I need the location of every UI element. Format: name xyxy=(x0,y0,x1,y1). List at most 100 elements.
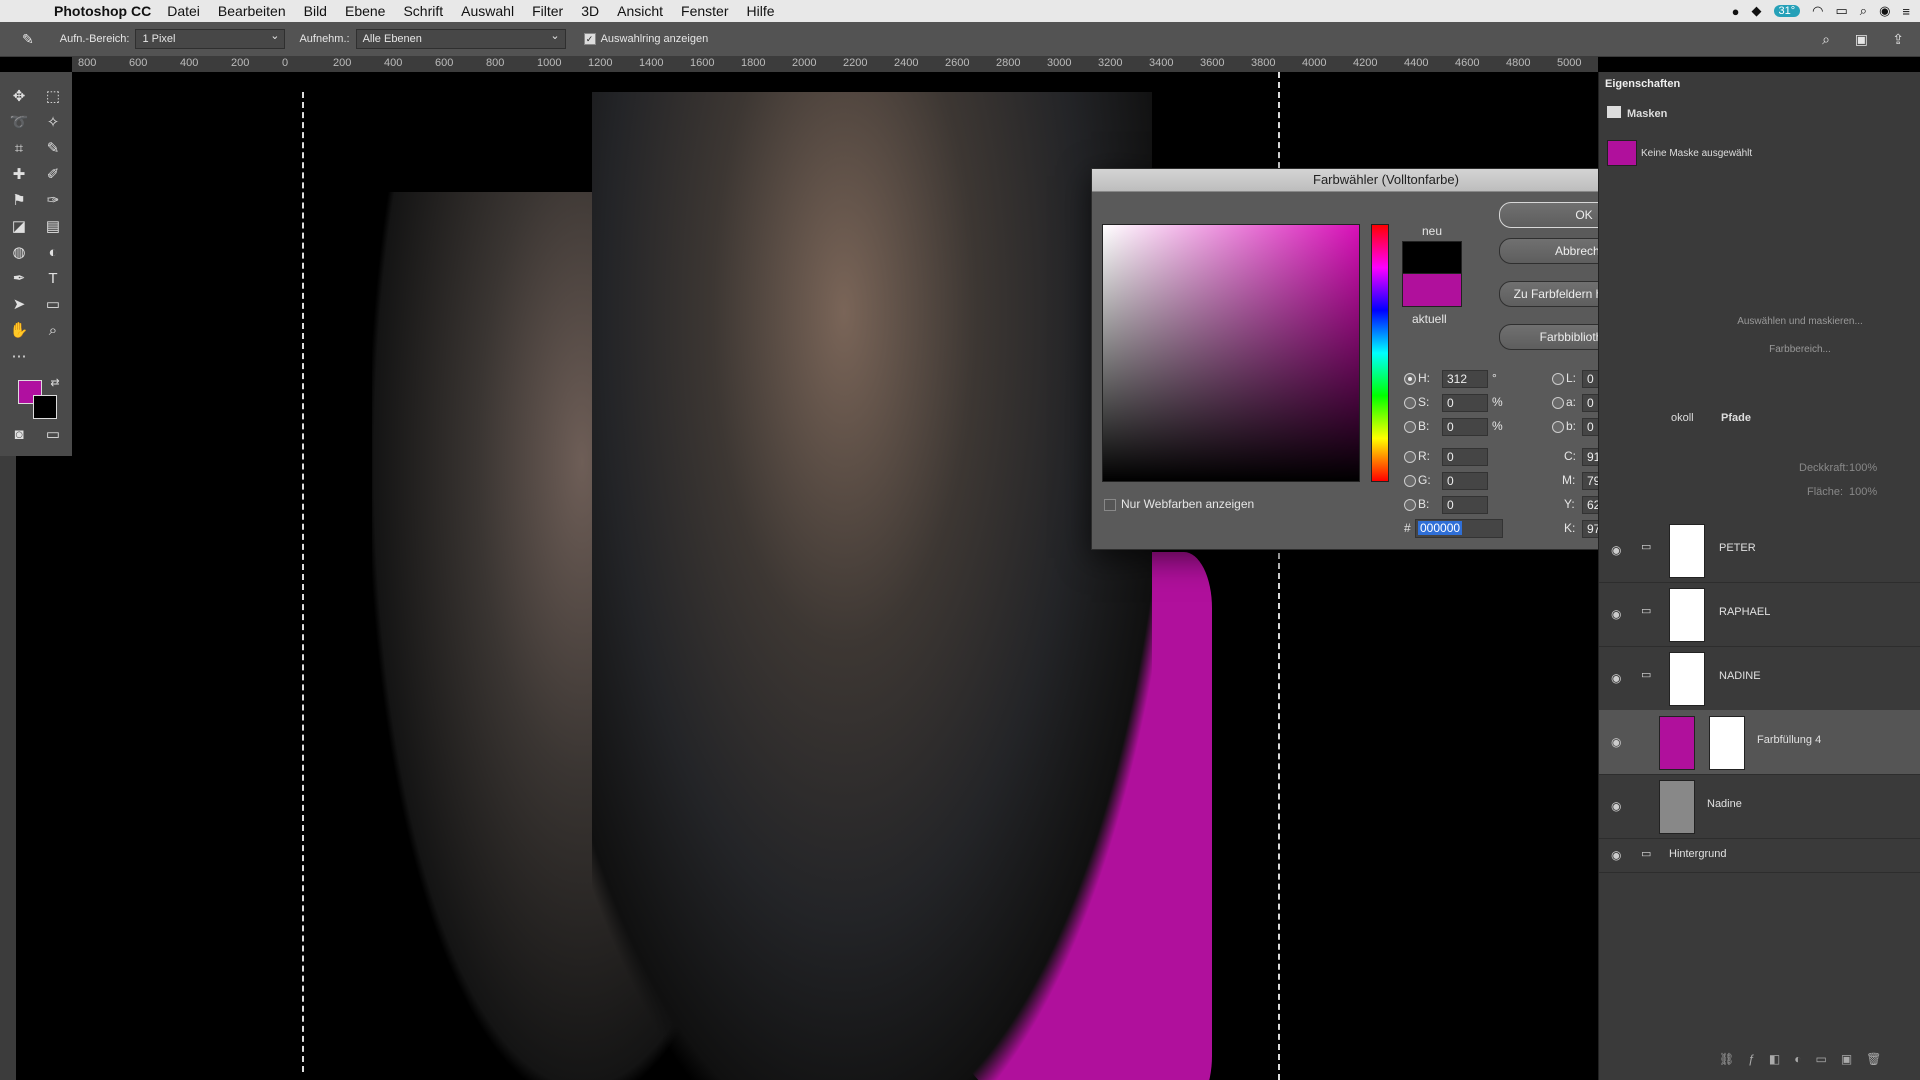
sample-select[interactable]: Alle Ebenen xyxy=(355,27,566,49)
tab-paths[interactable]: Pfade xyxy=(1721,412,1751,424)
lab-b-radio[interactable] xyxy=(1552,421,1564,433)
gradient-tool-icon[interactable]: ▤ xyxy=(42,216,64,238)
color-range-button[interactable]: Farbbereich... xyxy=(1695,344,1905,355)
quick-mask-icon[interactable]: ◙ xyxy=(8,424,30,446)
search-icon[interactable]: ⌕ xyxy=(1822,31,1830,48)
layer-row[interactable]: ◉ ▭ NADINE xyxy=(1599,646,1920,711)
color-field[interactable] xyxy=(1102,224,1360,482)
lasso-tool-icon[interactable]: ➰ xyxy=(8,112,30,134)
share-icon[interactable]: ⇪ xyxy=(1892,31,1904,48)
shape-tool-icon[interactable]: ▭ xyxy=(42,294,64,316)
screen-mode-icon[interactable]: ▭ xyxy=(42,424,64,446)
ruler-tick-label: 0 xyxy=(282,57,289,69)
temperature-badge[interactable]: 31° xyxy=(1773,5,1801,17)
pen-tool-icon[interactable]: ✒ xyxy=(8,268,30,290)
visibility-eye-icon[interactable]: ◉ xyxy=(1611,607,1621,621)
crop-tool-icon[interactable]: ⌗ xyxy=(8,138,30,160)
menu-ebene[interactable]: Ebene xyxy=(345,3,385,19)
record-icon[interactable]: ● xyxy=(1732,4,1740,19)
layer-row[interactable]: ◉ Nadine xyxy=(1599,774,1920,839)
app-name[interactable]: Photoshop CC xyxy=(54,3,151,19)
search-icon[interactable]: ⌕ xyxy=(1860,3,1867,19)
battery-icon[interactable]: ▭ xyxy=(1835,3,1847,19)
sample-size-select[interactable]: 1 Pixel xyxy=(135,27,286,49)
current-color-swatch[interactable] xyxy=(1402,273,1462,307)
stamp-tool-icon[interactable]: ⚑ xyxy=(8,190,30,212)
saturation-input[interactable]: 0 xyxy=(1442,394,1488,412)
cyan-label: C: xyxy=(1564,449,1576,463)
lab-a-radio[interactable] xyxy=(1552,397,1564,409)
zoom-tool-icon[interactable]: ⌕ xyxy=(42,320,64,342)
visibility-eye-icon[interactable]: ◉ xyxy=(1611,799,1621,813)
visibility-eye-icon[interactable]: ◉ xyxy=(1611,543,1621,557)
hue-radio[interactable] xyxy=(1404,373,1416,385)
menu-auswahl[interactable]: Auswahl xyxy=(461,3,514,19)
brightness-input[interactable]: 0 xyxy=(1442,418,1488,436)
type-tool-icon[interactable]: T xyxy=(42,268,64,290)
eraser-tool-icon[interactable]: ◪ xyxy=(8,216,30,238)
folder-open-icon: ▭ xyxy=(1641,669,1652,681)
menu-bearbeiten[interactable]: Bearbeiten xyxy=(218,3,286,19)
visibility-eye-icon[interactable]: ◉ xyxy=(1611,671,1621,685)
ruler-tick-label: 3600 xyxy=(1200,57,1225,69)
menu-3d[interactable]: 3D xyxy=(581,3,599,19)
red-radio[interactable] xyxy=(1404,451,1416,463)
history-brush-icon[interactable]: ✑ xyxy=(42,190,64,212)
visibility-eye-icon[interactable]: ◉ xyxy=(1611,735,1621,749)
quick-select-tool-icon[interactable]: ✧ xyxy=(42,112,64,134)
menu-filter[interactable]: Filter xyxy=(532,3,563,19)
notifications-icon[interactable]: ≡ xyxy=(1902,4,1910,19)
green-input[interactable]: 0 xyxy=(1442,472,1488,490)
fill-value[interactable]: 100% xyxy=(1849,486,1877,498)
saturation-radio[interactable] xyxy=(1404,397,1416,409)
move-tool-icon[interactable]: ✥ xyxy=(8,86,30,108)
dropbox-icon[interactable]: ◆ xyxy=(1752,3,1762,19)
menu-hilfe[interactable]: Hilfe xyxy=(747,3,775,19)
visibility-eye-icon[interactable]: ◉ xyxy=(1611,848,1621,862)
eyedropper-icon[interactable]: ✎ xyxy=(22,31,34,48)
background-color-swatch[interactable] xyxy=(33,395,57,419)
hue-slider[interactable] xyxy=(1371,224,1389,482)
menu-bild[interactable]: Bild xyxy=(304,3,327,19)
hex-input[interactable]: 000000 xyxy=(1415,519,1503,538)
eyedropper-tool-icon[interactable]: ✎ xyxy=(42,138,64,160)
blue-radio[interactable] xyxy=(1404,499,1416,511)
ruler-tick-label: 3400 xyxy=(1149,57,1174,69)
green-radio[interactable] xyxy=(1404,475,1416,487)
ring-label: Auswahlring anzeigen xyxy=(600,32,709,45)
menu-schrift[interactable]: Schrift xyxy=(403,3,443,19)
brush-tool-icon[interactable]: ✐ xyxy=(42,164,64,186)
hand-tool-icon[interactable]: ✋ xyxy=(8,320,30,342)
blue-input[interactable]: 0 xyxy=(1442,496,1488,514)
layer-name: Farbfüllung 4 xyxy=(1757,734,1822,746)
yellow-label: Y: xyxy=(1564,497,1575,511)
menu-fenster[interactable]: Fenster xyxy=(681,3,728,19)
healing-tool-icon[interactable]: ✚ xyxy=(8,164,30,186)
ring-checkbox[interactable]: ✓ Auswahlring anzeigen xyxy=(583,32,709,46)
ruler-tick-label: 800 xyxy=(78,57,97,69)
layer-row-selected[interactable]: ◉ Farbfüllung 4 xyxy=(1599,710,1920,775)
guide-line-left[interactable] xyxy=(302,92,304,1072)
select-and-mask-button[interactable]: Auswählen und maskieren... xyxy=(1695,316,1905,327)
brightness-radio[interactable] xyxy=(1404,421,1416,433)
siri-icon[interactable]: ◉ xyxy=(1879,3,1890,19)
layer-row[interactable]: ◉ ▭ Hintergrund xyxy=(1599,838,1920,873)
path-select-tool-icon[interactable]: ➤ xyxy=(8,294,30,316)
wifi-icon[interactable]: ◠ xyxy=(1812,3,1823,19)
menu-ansicht[interactable]: Ansicht xyxy=(617,3,663,19)
layer-row[interactable]: ◉ ▭ PETER xyxy=(1599,518,1920,583)
hue-input[interactable]: 312 xyxy=(1442,370,1488,388)
marquee-tool-icon[interactable]: ⬚ xyxy=(42,86,64,108)
web-colors-checkbox[interactable]: Nur Webfarben anzeigen xyxy=(1104,497,1254,511)
workspace-icon[interactable]: ▣ xyxy=(1855,31,1868,48)
more-tools-icon[interactable]: ⋯ xyxy=(8,346,30,368)
lab-l-radio[interactable] xyxy=(1552,373,1564,385)
menu-datei[interactable]: Datei xyxy=(167,3,200,19)
blur-tool-icon[interactable]: ◍ xyxy=(8,242,30,264)
swap-colors-icon[interactable]: ⇄ xyxy=(44,372,66,394)
tab-protocol[interactable]: okoll xyxy=(1671,412,1694,424)
layer-row[interactable]: ◉ ▭ RAPHAEL xyxy=(1599,582,1920,647)
opacity-value[interactable]: 100% xyxy=(1849,462,1877,474)
dodge-tool-icon[interactable]: ◐ xyxy=(42,242,64,264)
red-input[interactable]: 0 xyxy=(1442,448,1488,466)
